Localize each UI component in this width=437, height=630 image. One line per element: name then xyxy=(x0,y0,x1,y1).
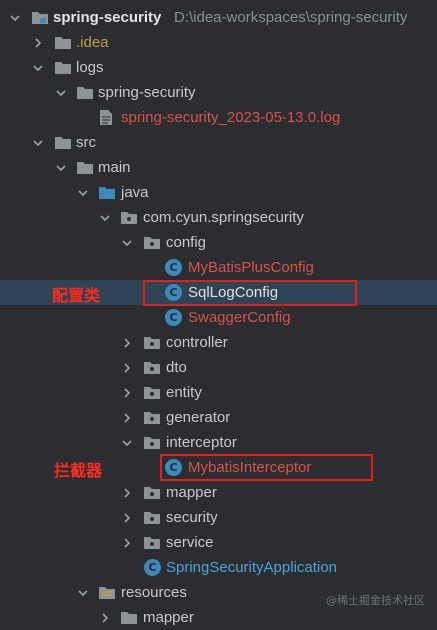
module-folder-icon xyxy=(32,12,48,24)
package-icon xyxy=(144,487,160,499)
chevron-right-icon[interactable] xyxy=(31,36,45,50)
tree-row-project[interactable]: spring-security D:\idea-workspaces\sprin… xyxy=(0,5,437,30)
package-icon xyxy=(144,337,160,349)
tree-row-dto[interactable]: dto xyxy=(0,355,437,380)
class-label: SpringSecurityApplication xyxy=(166,559,337,576)
watermark: @稀土掘金技术社区 xyxy=(326,594,425,607)
chevron-down-icon[interactable] xyxy=(31,61,45,75)
tree-row-resources-mapper[interactable]: mapper xyxy=(0,605,437,630)
chevron-down-icon[interactable] xyxy=(120,236,134,250)
package-label: service xyxy=(166,534,214,551)
tree-row-logs[interactable]: logs xyxy=(0,55,437,80)
project-path: D:\idea-workspaces\spring-security xyxy=(174,9,408,26)
chevron-right-icon[interactable] xyxy=(120,411,134,425)
chevron-right-icon[interactable] xyxy=(120,361,134,375)
tree-row-config[interactable]: config xyxy=(0,230,437,255)
chevron-right-icon[interactable] xyxy=(98,611,112,625)
folder-label: .idea xyxy=(76,34,109,51)
package-icon xyxy=(144,437,160,449)
tree-row-controller[interactable]: controller xyxy=(0,330,437,355)
folder-label: main xyxy=(98,159,131,176)
chevron-down-icon[interactable] xyxy=(54,161,68,175)
tree-row-src[interactable]: src xyxy=(0,130,437,155)
package-label: security xyxy=(166,509,218,526)
tree-row-log-file[interactable]: spring-security_2023-05-13.0.log xyxy=(0,105,437,130)
folder-icon xyxy=(121,612,137,624)
chevron-down-icon[interactable] xyxy=(98,211,112,225)
folder-icon xyxy=(55,62,71,74)
chevron-down-icon[interactable] xyxy=(8,11,22,25)
tree-row-main[interactable]: main xyxy=(0,155,437,180)
package-icon xyxy=(144,537,160,549)
chevron-right-icon[interactable] xyxy=(120,511,134,525)
class-icon: C xyxy=(165,259,182,276)
folder-label: src xyxy=(76,134,96,151)
tree-row-idea[interactable]: .idea xyxy=(0,30,437,55)
tree-row-generator[interactable]: generator xyxy=(0,405,437,430)
folder-label: logs xyxy=(76,59,104,76)
package-icon xyxy=(144,362,160,374)
project-name: spring-security xyxy=(53,9,162,26)
package-label: controller xyxy=(166,334,228,351)
tree-row-entity[interactable]: entity xyxy=(0,380,437,405)
chevron-down-icon[interactable] xyxy=(76,586,90,600)
class-icon: C xyxy=(165,309,182,326)
package-icon xyxy=(144,237,160,249)
package-label: dto xyxy=(166,359,187,376)
tree-row-java[interactable]: java xyxy=(0,180,437,205)
file-label: spring-security_2023-05-13.0.log xyxy=(121,109,341,126)
file-icon xyxy=(100,110,112,125)
package-label: interceptor xyxy=(166,434,237,451)
folder-icon xyxy=(55,137,71,149)
tree-row-mapper[interactable]: mapper xyxy=(0,480,437,505)
tree-row-logs-spring-security[interactable]: spring-security xyxy=(0,80,437,105)
tree-row-interceptor[interactable]: interceptor xyxy=(0,430,437,455)
tree-row-service[interactable]: service xyxy=(0,530,437,555)
chevron-right-icon[interactable] xyxy=(120,536,134,550)
spring-boot-class-icon: C xyxy=(144,559,161,576)
folder-icon xyxy=(55,37,71,49)
highlight-box-config xyxy=(143,280,357,306)
package-label: com.cyun.springsecurity xyxy=(143,209,304,226)
package-icon xyxy=(121,212,137,224)
package-label: mapper xyxy=(166,484,217,501)
resources-folder-icon xyxy=(99,587,115,599)
package-label: generator xyxy=(166,409,231,426)
package-label: config xyxy=(166,234,207,251)
chevron-down-icon[interactable] xyxy=(31,136,45,150)
tree-row-package[interactable]: com.cyun.springsecurity xyxy=(0,205,437,230)
chevron-down-icon[interactable] xyxy=(120,436,134,450)
chevron-down-icon[interactable] xyxy=(76,186,90,200)
package-label: entity xyxy=(166,384,202,401)
folder-icon xyxy=(77,162,93,174)
tree-row-security[interactable]: security xyxy=(0,505,437,530)
tree-row-swagger-config[interactable]: C SwaggerConfig xyxy=(0,305,437,330)
class-label: SwaggerConfig xyxy=(188,309,291,326)
package-icon xyxy=(144,512,160,524)
package-icon xyxy=(144,412,160,424)
chevron-down-icon[interactable] xyxy=(54,86,68,100)
chevron-right-icon[interactable] xyxy=(120,336,134,350)
folder-label: resources xyxy=(121,584,187,601)
tree-row-mybatis-plus-config[interactable]: C MyBatisPlusConfig xyxy=(0,255,437,280)
folder-label: java xyxy=(121,184,149,201)
tree-row-application[interactable]: C SpringSecurityApplication xyxy=(0,555,437,580)
highlight-box-interceptor xyxy=(160,454,373,481)
chevron-right-icon[interactable] xyxy=(120,386,134,400)
class-label: MyBatisPlusConfig xyxy=(188,259,314,276)
package-icon xyxy=(144,387,160,399)
folder-label: spring-security xyxy=(98,84,196,101)
config-annotation: 配置类 xyxy=(52,286,101,305)
folder-label: mapper xyxy=(143,609,194,626)
interceptor-annotation: 拦截器 xyxy=(54,461,103,480)
source-folder-icon xyxy=(99,187,115,199)
chevron-right-icon[interactable] xyxy=(120,486,134,500)
folder-icon xyxy=(77,87,93,99)
